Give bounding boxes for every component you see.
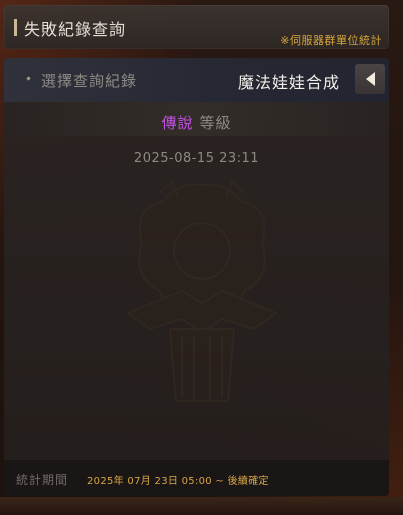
record-type-selector[interactable]: 選擇查詢紀錄 魔法娃娃合成 <box>4 58 389 102</box>
header-panel: 失敗紀錄查詢 ※伺服器群單位統計 <box>4 5 389 49</box>
page-title: 失敗紀錄查詢 <box>24 20 127 39</box>
record-panel: 選擇查詢紀錄 魔法娃娃合成 傳說 等級 2025-08-15 23:11 統計期間… <box>4 58 389 496</box>
record-timestamp: 2025-08-15 23:11 <box>133 151 260 166</box>
grade-suffix: 等級 <box>199 114 232 132</box>
selector-label: 選擇查詢紀錄 <box>41 72 138 90</box>
grade-name: 傳說 <box>161 114 194 132</box>
title-accent-bar <box>14 19 17 36</box>
stats-period-value: 2025年 07月 23日 05:00 ~ 後續確定 <box>87 476 269 487</box>
selected-record-type[interactable]: 魔法娃娃合成 <box>238 69 340 93</box>
stats-period-label: 統計期間 <box>16 473 69 487</box>
server-scope-note: ※伺服器群單位統計 <box>280 34 382 47</box>
lion-crest-emblem-icon <box>125 179 279 402</box>
grade-line: 傳說 等級 <box>4 112 389 133</box>
arrow-left-icon <box>366 72 375 86</box>
selector-arrow-button[interactable] <box>355 64 385 94</box>
stats-period-bar: 統計期間 2025年 07月 23日 05:00 ~ 後續確定 <box>4 460 389 496</box>
background-strip <box>0 497 403 515</box>
diamond-bullet-icon <box>26 76 31 81</box>
